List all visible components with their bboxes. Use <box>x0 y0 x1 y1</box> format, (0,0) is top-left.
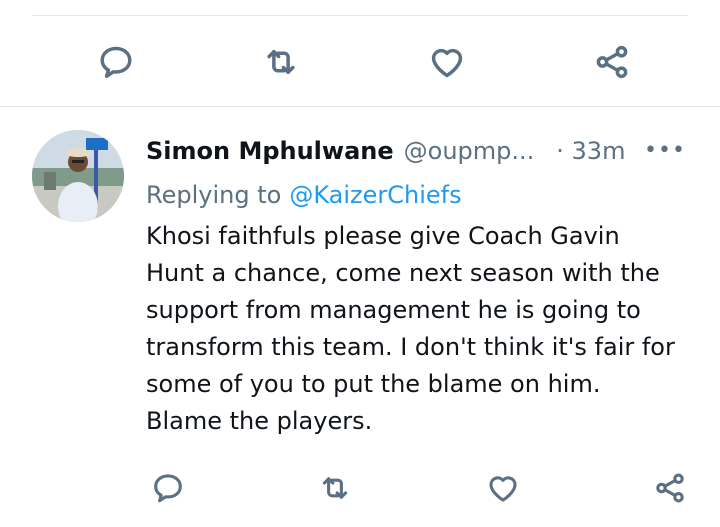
author-handle[interactable]: @oupmp... <box>404 137 535 165</box>
tweet-timestamp[interactable]: · 33m <box>556 137 625 165</box>
like-button[interactable] <box>425 40 469 84</box>
more-options-button[interactable]: ••• <box>644 135 685 165</box>
share-icon <box>596 45 628 79</box>
tweet-action-bar <box>146 468 692 508</box>
more-horizontal-icon: ••• <box>644 137 686 163</box>
author-name[interactable]: Simon Mphulwane <box>146 137 394 165</box>
reply-icon <box>154 474 182 503</box>
reply-button[interactable] <box>146 466 190 510</box>
reply-button[interactable] <box>94 40 138 84</box>
retweet-button[interactable] <box>313 466 357 510</box>
previous-tweet-action-bar <box>94 40 634 84</box>
tweet-text: Khosi faithfuls please give Coach Gavin … <box>146 222 675 435</box>
retweet-icon <box>267 49 295 75</box>
reply-icon <box>100 46 132 78</box>
tweet-thread-view: Simon Mphulwane @oupmp... · 33m ••• Repl… <box>0 0 720 527</box>
share-button[interactable] <box>648 466 692 510</box>
profile-photo <box>32 130 124 222</box>
tweet-divider <box>0 106 720 107</box>
like-button[interactable] <box>481 466 525 510</box>
replying-to-label: Replying to <box>146 181 282 209</box>
heart-icon <box>489 476 517 502</box>
tweet-header: Simon Mphulwane @oupmp... · 33m ••• <box>146 133 686 169</box>
replying-to-handle-link[interactable]: @KaizerChiefs <box>289 181 461 209</box>
retweet-icon <box>323 477 348 499</box>
heart-icon <box>431 48 462 78</box>
share-icon <box>656 473 684 503</box>
retweet-button[interactable] <box>259 40 303 84</box>
share-button[interactable] <box>590 40 634 84</box>
avatar[interactable] <box>32 130 124 222</box>
top-divider <box>32 15 688 16</box>
replying-to-line: Replying to @KaizerChiefs <box>146 178 462 212</box>
